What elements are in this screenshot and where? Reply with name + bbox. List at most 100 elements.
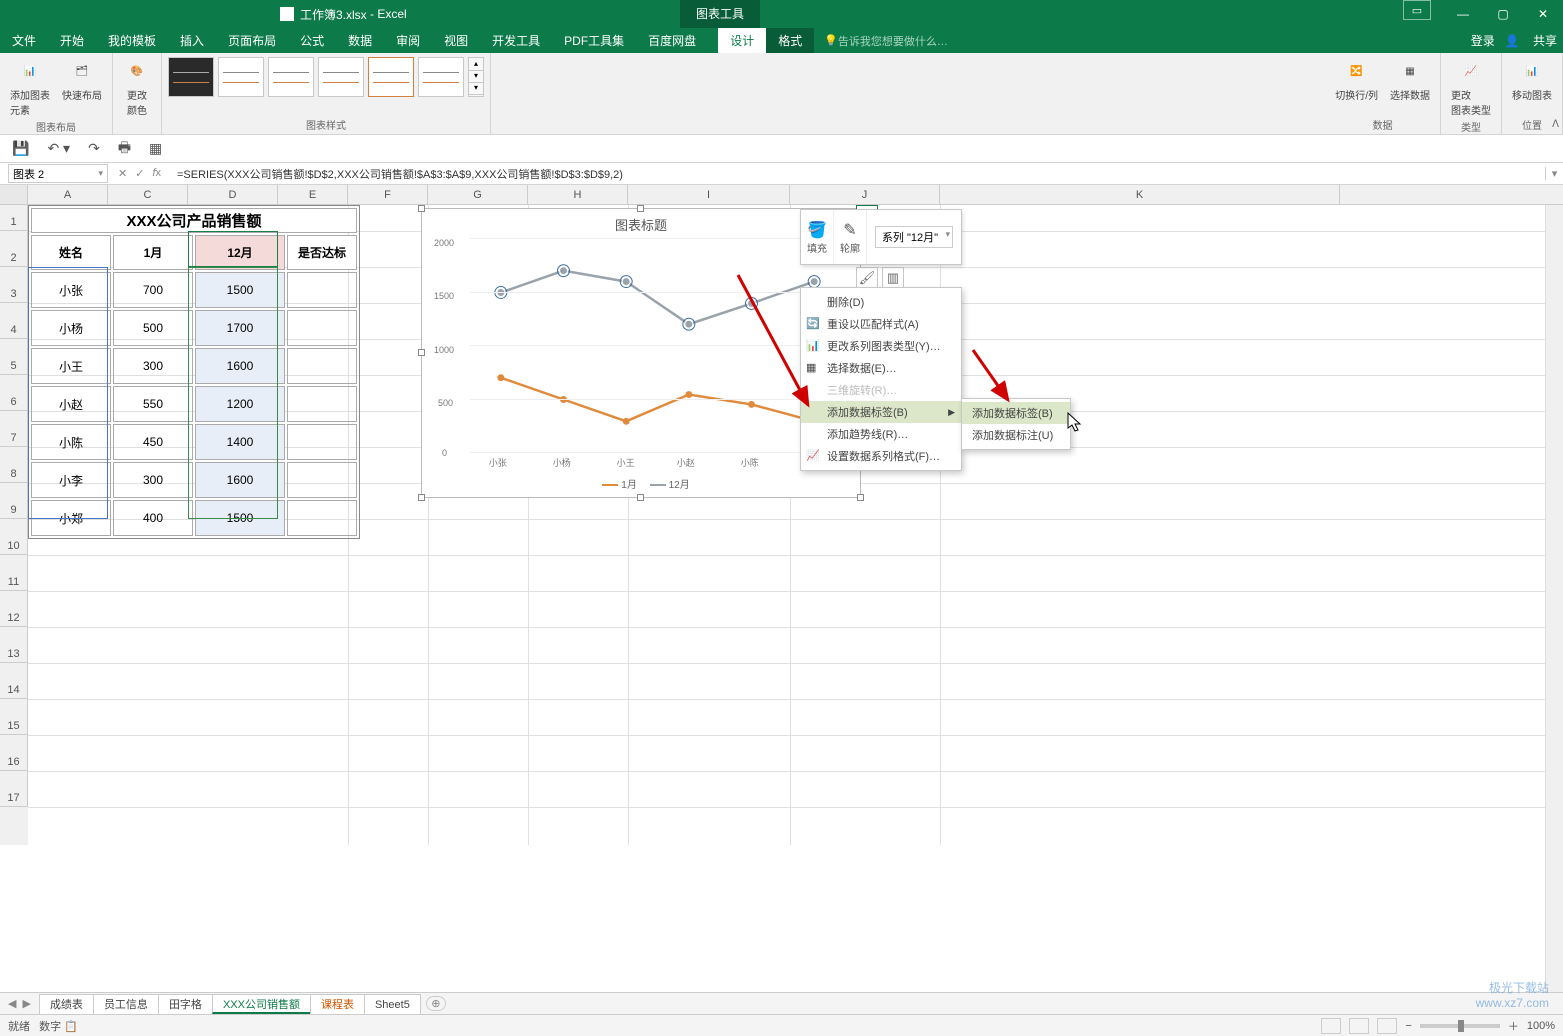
- fill-button[interactable]: 🪣填充: [801, 210, 834, 264]
- ctx-reset-style[interactable]: 🔄重设以匹配样式(A): [801, 313, 961, 335]
- cell-name-0[interactable]: 小张: [31, 272, 111, 308]
- close-button[interactable]: ✕: [1523, 0, 1563, 28]
- vertical-scrollbar[interactable]: [1545, 205, 1563, 992]
- row-14[interactable]: 14: [0, 663, 28, 699]
- cell-flag-0[interactable]: [287, 272, 357, 308]
- col-A[interactable]: A: [28, 185, 108, 204]
- ctx-select-data[interactable]: ▦选择数据(E)…: [801, 357, 961, 379]
- row-6[interactable]: 6: [0, 375, 28, 411]
- zoom-in-button[interactable]: ＋: [1508, 1018, 1519, 1034]
- cell-flag-1[interactable]: [287, 310, 357, 346]
- view-page-layout-button[interactable]: [1349, 1018, 1369, 1034]
- row-9[interactable]: 9: [0, 483, 28, 519]
- view-normal-button[interactable]: [1321, 1018, 1341, 1034]
- outline-button[interactable]: ✎轮廓: [834, 210, 867, 264]
- select-data-button[interactable]: ▦选择数据: [1386, 57, 1434, 102]
- chart-style-3[interactable]: [268, 57, 314, 97]
- chart-style-4[interactable]: [318, 57, 364, 97]
- row-15[interactable]: 15: [0, 699, 28, 735]
- col-K[interactable]: K: [940, 185, 1340, 204]
- tab-view[interactable]: 视图: [432, 28, 480, 53]
- cell-name-5[interactable]: 小李: [31, 462, 111, 498]
- minimize-button[interactable]: —: [1443, 0, 1483, 28]
- tell-me-input[interactable]: 💡 告诉我您想要做什么…: [824, 28, 948, 53]
- sub-add-labels[interactable]: 添加数据标签(B): [962, 402, 1070, 424]
- sheet-tab-6[interactable]: Sheet5: [364, 994, 421, 1014]
- gallery-more-button[interactable]: ▴▾▾: [468, 57, 484, 97]
- sheet-nav-next[interactable]: ▶: [22, 997, 30, 1010]
- row-8[interactable]: 8: [0, 447, 28, 483]
- chart-style-2[interactable]: [218, 57, 264, 97]
- col-H[interactable]: H: [528, 185, 628, 204]
- tab-dev[interactable]: 开发工具: [480, 28, 552, 53]
- cells-area[interactable]: XXX公司产品销售额 姓名 1月 12月 是否达标 小张7001500 小杨50…: [28, 205, 1563, 845]
- cell-name-2[interactable]: 小王: [31, 348, 111, 384]
- col-I[interactable]: I: [628, 185, 790, 204]
- zoom-out-button[interactable]: −: [1405, 1020, 1411, 1032]
- chart-styles-gallery[interactable]: ▴▾▾: [168, 57, 484, 97]
- quick-layout-button[interactable]: 🗂快速布局: [58, 57, 106, 117]
- cell-m12-6[interactable]: 1500: [195, 500, 285, 536]
- cell-name-6[interactable]: 小郑: [31, 500, 111, 536]
- row-10[interactable]: 10: [0, 519, 28, 555]
- add-sheet-button[interactable]: ⊕: [426, 996, 446, 1011]
- cell-name-4[interactable]: 小陈: [31, 424, 111, 460]
- tab-pdf[interactable]: PDF工具集: [552, 28, 636, 53]
- column-headers[interactable]: A C D E F G H I J K: [0, 185, 1563, 205]
- col-J[interactable]: J: [790, 185, 940, 204]
- sheet-tab-4[interactable]: XXX公司销售额: [212, 994, 311, 1014]
- row-5[interactable]: 5: [0, 339, 28, 375]
- cell-flag-6[interactable]: [287, 500, 357, 536]
- row-3[interactable]: 3: [0, 267, 28, 303]
- chart-style-1[interactable]: [168, 57, 214, 97]
- hdr-name[interactable]: 姓名: [31, 235, 111, 270]
- tab-insert[interactable]: 插入: [168, 28, 216, 53]
- ctx-format-series[interactable]: 📈设置数据系列格式(F)…: [801, 445, 961, 467]
- embedded-chart[interactable]: 图表标题 0 500 1000 1500 2000 小张 小杨: [421, 208, 861, 498]
- col-E[interactable]: E: [278, 185, 348, 204]
- cell-flag-2[interactable]: [287, 348, 357, 384]
- view-page-break-button[interactable]: [1377, 1018, 1397, 1034]
- tab-templates[interactable]: 我的模板: [96, 28, 168, 53]
- cancel-formula-icon[interactable]: ✕: [118, 167, 127, 180]
- chart-styles-button[interactable]: 🖌: [856, 267, 878, 289]
- chart-style-6[interactable]: [418, 57, 464, 97]
- restore-button[interactable]: ▢: [1483, 0, 1523, 28]
- print-icon[interactable]: 🖶: [118, 137, 131, 161]
- cell-flag-5[interactable]: [287, 462, 357, 498]
- tab-home[interactable]: 开始: [48, 28, 96, 53]
- col-D[interactable]: D: [188, 185, 278, 204]
- share-button[interactable]: 👤 共享: [1505, 32, 1557, 49]
- tab-layout[interactable]: 页面布局: [216, 28, 288, 53]
- cell-m1-1[interactable]: 500: [113, 310, 193, 346]
- cell-m12-2[interactable]: 1600: [195, 348, 285, 384]
- cell-m12-4[interactable]: 1400: [195, 424, 285, 460]
- move-chart-button[interactable]: 📊移动图表: [1508, 57, 1556, 102]
- qat-custom-icon[interactable]: ▦: [149, 140, 162, 157]
- sub-add-callout[interactable]: 添加数据标注(U): [962, 424, 1070, 446]
- switch-row-col-button[interactable]: 🔀切换行/列: [1331, 57, 1382, 102]
- ctx-add-data-labels[interactable]: 添加数据标签(B)▶: [801, 401, 961, 423]
- change-chart-type-button[interactable]: 📈更改 图表类型: [1447, 57, 1495, 117]
- cell-name-3[interactable]: 小赵: [31, 386, 111, 422]
- collapse-ribbon-button[interactable]: ᐱ: [1552, 119, 1559, 130]
- change-colors-button[interactable]: 🎨更改 颜色: [119, 57, 155, 117]
- col-F[interactable]: F: [348, 185, 428, 204]
- ctx-add-trendline[interactable]: 添加趋势线(R)…: [801, 423, 961, 445]
- login-link[interactable]: 登录: [1471, 32, 1495, 49]
- ribbon-options-icon[interactable]: ▭: [1403, 0, 1431, 20]
- enter-formula-icon[interactable]: ✓: [135, 167, 144, 180]
- ctx-change-series-type[interactable]: 📊更改系列图表类型(Y)…: [801, 335, 961, 357]
- chart-title[interactable]: 图表标题: [422, 215, 860, 234]
- tab-review[interactable]: 审阅: [384, 28, 432, 53]
- add-chart-element-button[interactable]: 📊添加图表 元素: [6, 57, 54, 117]
- tab-design[interactable]: 设计: [718, 28, 766, 53]
- cell-m1-0[interactable]: 700: [113, 272, 193, 308]
- cell-m1-3[interactable]: 550: [113, 386, 193, 422]
- cell-m1-6[interactable]: 400: [113, 500, 193, 536]
- cell-flag-4[interactable]: [287, 424, 357, 460]
- fx-icon[interactable]: fx: [152, 167, 161, 180]
- row-16[interactable]: 16: [0, 735, 28, 771]
- cell-m12-1[interactable]: 1700: [195, 310, 285, 346]
- col-G[interactable]: G: [428, 185, 528, 204]
